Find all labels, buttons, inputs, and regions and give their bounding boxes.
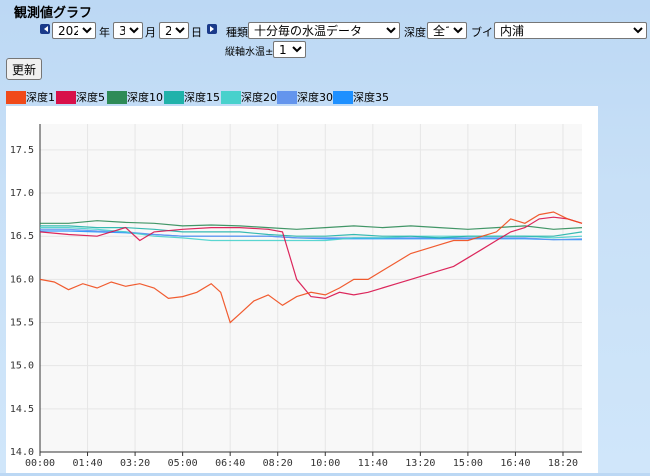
legend-label: 深度15 — [184, 91, 220, 104]
y-tick-label: 15.0 — [10, 361, 34, 372]
chart-area: 14.0 14.5 15.0 15.5 16.0 16.5 17.0 17.5 00:00 01:… — [6, 106, 598, 473]
y-tick-label: 16.5 — [10, 231, 34, 242]
legend-swatch — [6, 90, 26, 104]
scale-label: 縦軸水温± — [225, 47, 274, 58]
month-label: 月 — [145, 26, 156, 39]
month-select[interactable]: 3 — [113, 22, 143, 39]
x-tick-label: 05:00 — [168, 458, 198, 469]
year-select[interactable]: 2025 — [52, 22, 96, 39]
year-label: 年 — [99, 26, 110, 39]
line-chart: 14.0 14.5 15.0 15.5 16.0 16.5 17.0 17.5 00:00 01:… — [10, 124, 583, 469]
legend-swatch — [221, 90, 241, 104]
scale-select[interactable]: 1 — [273, 41, 306, 58]
x-tick-label: 10:00 — [310, 458, 340, 469]
x-tick-label: 06:40 — [215, 458, 245, 469]
legend-swatch — [56, 90, 76, 104]
y-tick-label: 15.5 — [10, 318, 34, 329]
legend-item-depth35[interactable]: 深度35 — [333, 90, 389, 104]
x-tick-label: 08:20 — [263, 458, 293, 469]
x-tick-label: 11:40 — [358, 458, 388, 469]
day-select[interactable]: 23 — [159, 22, 189, 39]
legend-swatch — [164, 90, 184, 104]
x-tick-label: 13:20 — [405, 458, 435, 469]
legend-label: 深度30 — [297, 91, 333, 104]
type-label: 種類 — [226, 26, 248, 39]
legend-swatch — [277, 90, 297, 104]
legend-item-depth20[interactable]: 深度20 — [221, 90, 277, 104]
legend-swatch — [107, 90, 127, 104]
y-tick-label: 16.0 — [10, 274, 34, 285]
next-day-icon[interactable] — [207, 24, 217, 34]
page-title: 観測値グラフ — [14, 6, 93, 21]
legend-label: 深度5 — [76, 91, 105, 104]
update-button[interactable]: 更新 — [6, 58, 42, 80]
x-tick-label: 16:40 — [500, 458, 530, 469]
legend-item-depth30[interactable]: 深度30 — [277, 90, 333, 104]
day-label: 日 — [191, 26, 202, 39]
depth-label: 深度 — [404, 26, 426, 39]
buoy-label: ブイ — [471, 26, 493, 39]
buoy-select[interactable]: 内浦 — [494, 22, 647, 39]
x-tick-label: 15:00 — [453, 458, 483, 469]
x-tick-label: 18:20 — [548, 458, 578, 469]
legend-item-depth10[interactable]: 深度10 — [107, 90, 163, 104]
plot-background — [40, 124, 582, 452]
depth-select[interactable]: 全て — [427, 22, 467, 39]
legend-item-depth15[interactable]: 深度15 — [164, 90, 220, 104]
legend-label: 深度1 — [26, 91, 55, 104]
x-tick-label: 01:40 — [72, 458, 102, 469]
y-tick-label: 17.0 — [10, 188, 34, 199]
y-tick-label: 14.5 — [10, 404, 34, 415]
legend-item-depth5[interactable]: 深度5 — [56, 90, 105, 104]
y-tick-label: 14.0 — [10, 447, 34, 458]
legend-label: 深度10 — [127, 91, 163, 104]
legend-swatch — [333, 90, 353, 104]
legend-item-depth1[interactable]: 深度1 — [6, 90, 55, 104]
legend-label: 深度35 — [353, 91, 389, 104]
y-tick-label: 17.5 — [10, 145, 34, 156]
x-tick-label: 00:00 — [25, 458, 55, 469]
prev-day-icon[interactable] — [40, 24, 50, 34]
type-select[interactable]: 十分毎の水温データ — [248, 22, 400, 39]
legend-label: 深度20 — [241, 91, 277, 104]
x-tick-label: 03:20 — [120, 458, 150, 469]
